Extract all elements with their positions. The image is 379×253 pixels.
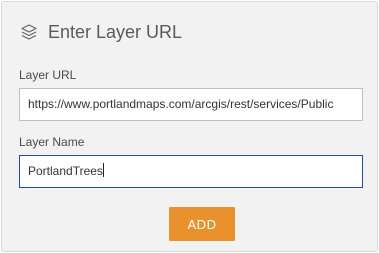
text-cursor (102, 163, 104, 177)
page-title: Enter Layer URL (48, 22, 183, 42)
layer-name-label: Layer Name (19, 135, 85, 149)
layer-name-value: PortlandTrees (28, 164, 103, 178)
panel-header: Enter Layer URL (20, 20, 182, 44)
layer-url-label: Layer URL (19, 68, 77, 82)
layer-url-value: https://www.portlandmaps.com/arcgis/rest… (28, 97, 334, 111)
layer-url-input[interactable]: https://www.portlandmaps.com/arcgis/rest… (19, 88, 363, 121)
enter-layer-url-panel: Enter Layer URL Layer URL https://www.po… (1, 1, 378, 252)
add-button[interactable]: ADD (169, 207, 235, 241)
layer-name-input[interactable]: PortlandTrees (19, 155, 363, 188)
layers-icon (20, 23, 38, 41)
